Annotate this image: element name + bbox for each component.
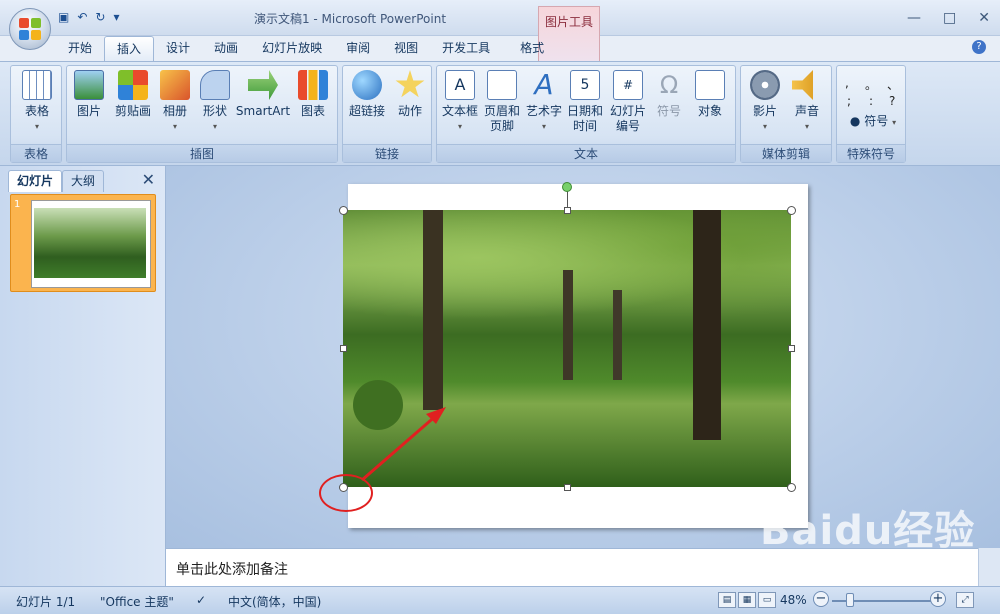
symbol-semicolon[interactable]: ; bbox=[847, 94, 851, 108]
group-special-symbols: , 。 、 ; : ? ● 符号 ▾ 特殊符号 bbox=[836, 65, 906, 163]
symbol-colon[interactable]: : bbox=[869, 94, 873, 108]
zoom-slider-thumb[interactable] bbox=[846, 593, 854, 607]
calendar-icon: 5 bbox=[570, 70, 600, 100]
special-symbol-button[interactable]: ● 符号 ▾ bbox=[845, 114, 901, 130]
panel-tabs: 幻灯片 大纲 bbox=[8, 170, 105, 192]
slide-sorter-view-icon[interactable]: ▦ bbox=[738, 592, 756, 608]
symbol-question[interactable]: ? bbox=[889, 94, 895, 108]
symbol-button[interactable]: Ω 符号 bbox=[651, 70, 687, 119]
slide-thumbnail-1[interactable]: 1 bbox=[10, 194, 156, 292]
wordart-button[interactable]: A 艺术字 ▾ bbox=[525, 70, 563, 134]
omega-icon: Ω bbox=[659, 71, 679, 99]
notes-placeholder: 单击此处添加备注 bbox=[176, 562, 288, 578]
table-button[interactable]: 表格 ▾ bbox=[17, 70, 57, 134]
minimize-button[interactable]: — bbox=[907, 10, 921, 26]
header-footer-icon bbox=[487, 70, 517, 100]
ribbon: 表格▾ 表格 图片 剪贴画 相册▾ 形状▾ SmartArt 图表 插图 bbox=[0, 61, 1000, 166]
thumbnail-image bbox=[34, 208, 146, 278]
hyperlink-button[interactable]: 超链接 bbox=[345, 70, 389, 119]
help-icon[interactable]: ? bbox=[972, 40, 986, 54]
watermark-url: jingyan.baidu.com bbox=[798, 570, 909, 584]
action-star-icon bbox=[395, 70, 425, 98]
tab-animations[interactable]: 动画 bbox=[202, 36, 250, 62]
group-illustrations: 图片 剪贴画 相册 ▾ 形状 ▾ SmartArt 图表 插图 bbox=[66, 65, 338, 163]
date-time-button[interactable]: 5 日期和时间 bbox=[565, 70, 605, 134]
slide-thumbnail-preview bbox=[31, 200, 151, 288]
shapes-icon bbox=[200, 70, 230, 100]
close-button[interactable]: ✕ bbox=[978, 10, 990, 26]
annotation-overlay bbox=[361, 407, 446, 482]
group-table: 表格 ▾ 表格 bbox=[10, 65, 62, 163]
fit-to-window-icon[interactable]: ⤢ bbox=[956, 592, 974, 608]
wordart-icon: A bbox=[534, 68, 554, 101]
tab-slide-show[interactable]: 幻灯片放映 bbox=[250, 36, 334, 62]
header-footer-button[interactable]: 页眉和页脚 bbox=[481, 70, 523, 134]
picture-button[interactable]: 图片 bbox=[71, 70, 107, 119]
group-links: 超链接 动作 链接 bbox=[342, 65, 432, 163]
shapes-button[interactable]: 形状 ▾ bbox=[197, 70, 233, 134]
symbol-enumeration-comma[interactable]: 、 bbox=[887, 76, 899, 93]
chart-button[interactable]: 图表 bbox=[295, 70, 331, 119]
status-bar: 幻灯片 1/1 "Office 主题" ✓ 中文(简体，中国) ▤ ▦ ▭ 48… bbox=[0, 586, 1000, 614]
vertical-scrollbar[interactable] bbox=[978, 548, 1000, 586]
tab-developer[interactable]: 开发工具 bbox=[430, 36, 502, 62]
tab-format[interactable]: 格式 bbox=[508, 36, 556, 62]
slide-show-view-icon[interactable]: ▭ bbox=[758, 592, 776, 608]
tab-outline[interactable]: 大纲 bbox=[62, 170, 105, 192]
tab-design[interactable]: 设计 bbox=[154, 36, 202, 62]
table-icon bbox=[22, 70, 52, 100]
office-logo-icon bbox=[19, 18, 41, 40]
speaker-icon bbox=[792, 70, 813, 100]
film-reel-icon bbox=[750, 70, 780, 100]
slides-panel: 幻灯片 大纲 ✕ 1 bbox=[0, 166, 166, 586]
zoom-out-button[interactable]: − bbox=[813, 591, 829, 607]
zoom-level[interactable]: 48% bbox=[780, 593, 807, 607]
smartart-button[interactable]: SmartArt bbox=[235, 70, 291, 119]
hyperlink-globe-icon bbox=[352, 70, 382, 100]
panel-close-icon[interactable]: ✕ bbox=[142, 170, 155, 189]
object-button[interactable]: 对象 bbox=[691, 70, 729, 119]
maximize-button[interactable]: □ bbox=[943, 10, 956, 26]
ribbon-tabs: 开始 插入 设计 动画 幻灯片放映 审阅 视图 开发工具 格式 bbox=[56, 36, 556, 62]
tab-slides[interactable]: 幻灯片 bbox=[8, 170, 63, 192]
sound-button[interactable]: 声音 ▾ bbox=[787, 70, 827, 134]
object-icon bbox=[695, 70, 725, 100]
annotation-arrow-line bbox=[361, 412, 439, 482]
clip-art-button[interactable]: 剪贴画 bbox=[111, 70, 155, 119]
movie-button[interactable]: 影片 ▾ bbox=[745, 70, 785, 134]
text-box-button[interactable]: A 文本框 ▾ bbox=[439, 70, 481, 134]
slide-indicator: 幻灯片 1/1 bbox=[16, 595, 76, 609]
tab-home[interactable]: 开始 bbox=[56, 36, 104, 62]
action-button[interactable]: 动作 bbox=[391, 70, 429, 119]
group-media-clips: 影片 ▾ 声音 ▾ 媒体剪辑 bbox=[740, 65, 832, 163]
chart-icon bbox=[298, 70, 328, 100]
office-button[interactable] bbox=[9, 8, 51, 50]
slide-number-button[interactable]: # 幻灯片编号 bbox=[607, 70, 649, 134]
group-text: A 文本框 ▾ 页眉和页脚 A 艺术字 ▾ 5 日期和时间 # 幻灯片编号 Ω 符号… bbox=[436, 65, 736, 163]
smartart-icon bbox=[248, 70, 278, 100]
annotation-circle bbox=[319, 474, 373, 512]
symbol-comma[interactable]: , bbox=[845, 76, 849, 90]
clip-art-icon bbox=[118, 70, 148, 100]
spelling-check-icon[interactable]: ✓ bbox=[196, 593, 206, 607]
tab-insert[interactable]: 插入 bbox=[104, 36, 155, 62]
tab-review[interactable]: 审阅 bbox=[334, 36, 382, 62]
picture-icon bbox=[74, 70, 104, 100]
theme-name: "Office 主题" bbox=[100, 595, 174, 609]
language-indicator: 中文(简体，中国) bbox=[228, 595, 322, 609]
photo-album-button[interactable]: 相册 ▾ bbox=[157, 70, 193, 134]
photo-album-icon bbox=[160, 70, 190, 100]
slide-number: 1 bbox=[14, 199, 21, 210]
text-box-icon: A bbox=[445, 70, 475, 100]
zoom-in-button[interactable]: + bbox=[930, 591, 946, 607]
window-controls: — □ ✕ bbox=[907, 10, 990, 26]
symbol-period[interactable]: 。 bbox=[865, 76, 877, 93]
bullet-icon: ● bbox=[849, 114, 861, 128]
normal-view-icon[interactable]: ▤ bbox=[718, 592, 736, 608]
slide-editing-area bbox=[166, 166, 1000, 548]
tab-view[interactable]: 视图 bbox=[382, 36, 430, 62]
slide-number-icon: # bbox=[613, 70, 643, 100]
